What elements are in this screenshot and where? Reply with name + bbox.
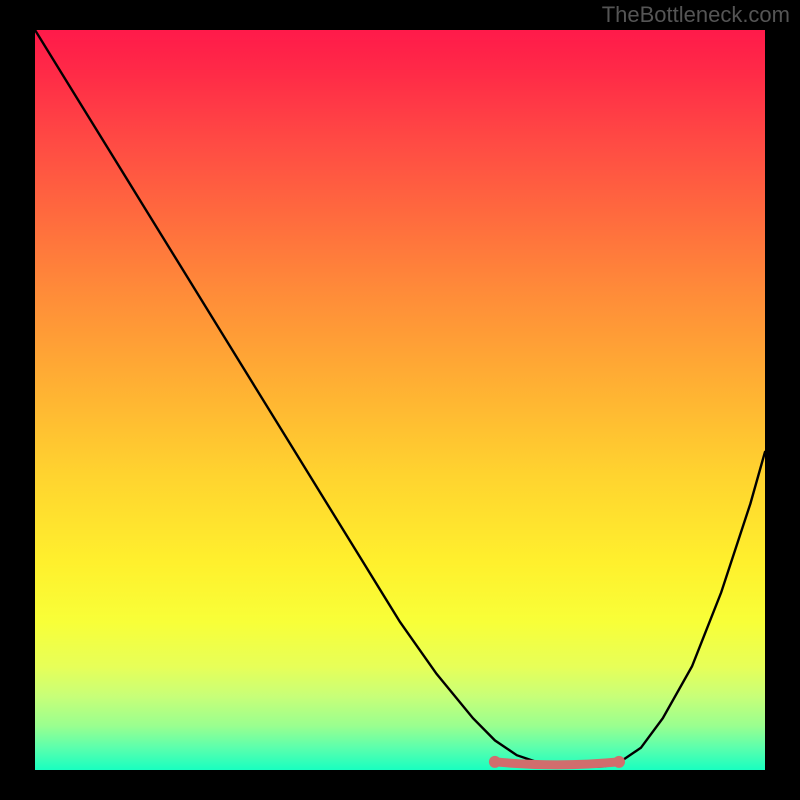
plot-area xyxy=(35,30,765,770)
bottleneck-chart: TheBottleneck.com xyxy=(0,0,800,800)
watermark-text: TheBottleneck.com xyxy=(602,2,790,28)
marker-layer xyxy=(35,30,765,770)
sweet-spot-end-dot xyxy=(613,756,625,768)
sweet-spot-band xyxy=(495,762,619,765)
sweet-spot-start-dot xyxy=(489,756,501,768)
